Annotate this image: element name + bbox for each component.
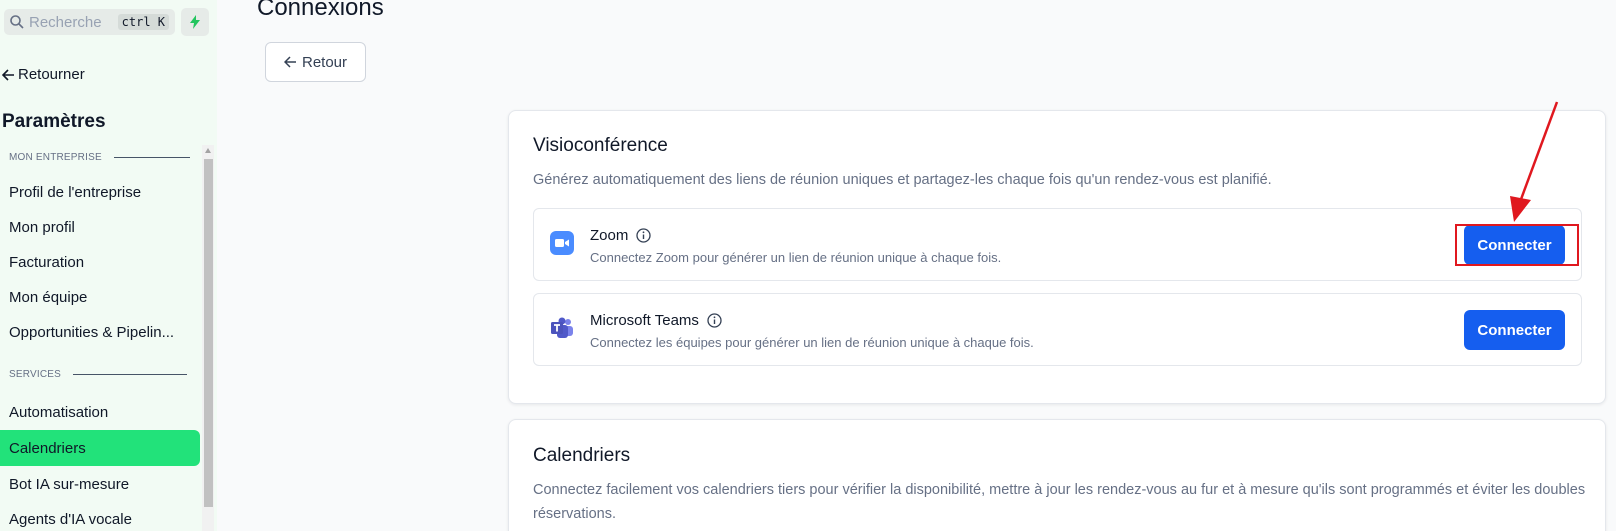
sidebar-item-label: Profil de l'entreprise: [9, 183, 142, 201]
calendars-card: Calendriers Connectez facilement vos cal…: [508, 419, 1606, 531]
sidebar-item-my-team[interactable]: Mon équipe: [0, 279, 200, 315]
integration-name-text: Zoom: [590, 227, 629, 244]
sidebar-item-label: Mon profil: [9, 218, 75, 236]
sidebar-item-label: Mon équipe: [9, 288, 88, 306]
annotation-highlight-box: [1455, 224, 1579, 266]
sidebar-item-my-profile[interactable]: Mon profil: [0, 209, 200, 245]
search-input[interactable]: Recherche ctrl K: [4, 9, 175, 35]
sidebar-item-calendars[interactable]: Calendriers: [0, 430, 200, 466]
integration-name-text: Microsoft Teams: [590, 312, 699, 329]
sidebar-item-billing[interactable]: Facturation: [0, 244, 200, 280]
sidebar-item-label: Facturation: [9, 253, 85, 271]
sidebar-item-company-profile[interactable]: Profil de l'entreprise: [0, 174, 200, 210]
sidebar-item-label: Agents d'IA vocale: [9, 510, 132, 528]
section-label-text: MON ENTREPRISE: [9, 152, 102, 163]
back-link-label: Retourner: [18, 66, 85, 83]
divider: [73, 374, 187, 375]
card-title: Visioconférence: [533, 135, 668, 156]
card-title: Calendriers: [533, 445, 631, 466]
video-conferencing-card: Visioconférence Générez automatiquement …: [508, 110, 1606, 404]
section-label-company: MON ENTREPRISE: [9, 152, 190, 163]
integration-row-zoom: Zoom Connectez Zoom pour générer un lien…: [533, 208, 1582, 281]
scrollbar-thumb[interactable]: [204, 159, 213, 507]
back-link[interactable]: Retourner: [2, 66, 85, 83]
zoom-logo-icon: [550, 231, 574, 255]
integration-description: Connectez les équipes pour générer un li…: [590, 335, 1034, 350]
microsoft-teams-logo-icon: [551, 317, 573, 338]
divider: [113, 157, 190, 158]
card-description: Générez automatiquement des liens de réu…: [533, 172, 1272, 188]
quick-action-button[interactable]: [181, 8, 209, 36]
back-button[interactable]: Retour: [265, 42, 366, 82]
search-shortcut: ctrl K: [117, 14, 169, 30]
lightning-icon: [190, 15, 200, 29]
annotation-arrow-icon: [1510, 101, 1559, 222]
sidebar-item-label: Opportunities & Pipelin...: [9, 323, 175, 341]
integration-name: Zoom: [590, 227, 651, 244]
connect-teams-button[interactable]: Connecter: [1464, 310, 1565, 350]
back-button-label: Retour: [301, 53, 348, 71]
sidebar-item-voice-ai-agents[interactable]: Agents d'IA vocale: [0, 501, 200, 531]
sidebar: Recherche ctrl K Retourner Paramètres MO…: [0, 0, 217, 531]
search-placeholder: Recherche: [29, 13, 102, 31]
info-icon[interactable]: [636, 228, 651, 243]
section-label-services: SERVICES: [9, 369, 187, 380]
arrow-left-icon: [2, 68, 14, 81]
card-description: Connectez facilement vos calendriers tie…: [533, 482, 1586, 522]
sidebar-item-label: Bot IA sur-mesure: [9, 475, 130, 493]
arrow-left-icon: [283, 56, 296, 68]
scroll-up-icon[interactable]: [205, 148, 211, 153]
info-icon[interactable]: [707, 313, 722, 328]
integration-row-teams: Microsoft Teams Connectez les équipes po…: [533, 293, 1582, 366]
integration-name: Microsoft Teams: [590, 312, 722, 329]
integration-description: Connectez Zoom pour générer un lien de r…: [590, 250, 1002, 265]
sidebar-item-opportunities[interactable]: Opportunities & Pipelin...: [0, 314, 200, 350]
page-title: Connexions: [257, 0, 384, 21]
sidebar-item-label: Automatisation: [9, 403, 109, 421]
search-icon: [10, 15, 24, 29]
sidebar-item-automation[interactable]: Automatisation: [0, 394, 200, 430]
sidebar-item-ai-bot[interactable]: Bot IA sur-mesure: [0, 466, 200, 502]
section-label-text: SERVICES: [9, 369, 61, 380]
settings-title: Paramètres: [2, 111, 106, 132]
sidebar-scrollbar[interactable]: [202, 145, 214, 531]
sidebar-item-label: Calendriers: [9, 439, 86, 457]
